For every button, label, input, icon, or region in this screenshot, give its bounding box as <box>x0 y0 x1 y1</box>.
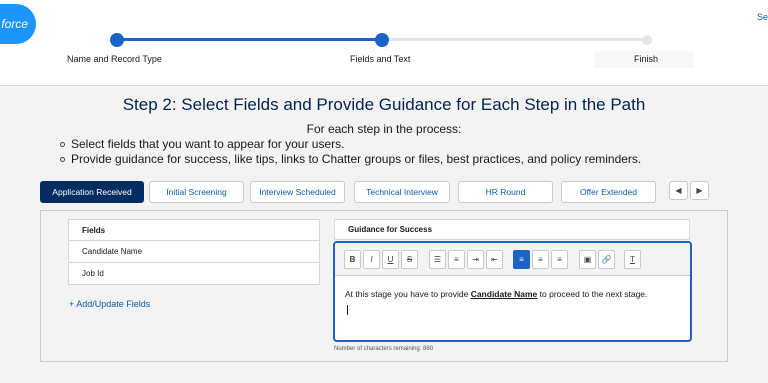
underline-icon: U <box>387 255 394 264</box>
outdent-icon: ⇤ <box>491 255 498 264</box>
tab-technical-interview[interactable]: Technical Interview <box>354 181 450 203</box>
tab-next-button[interactable]: ▶ <box>690 181 709 200</box>
instruction-list: Select fields that you want to appear fo… <box>60 137 641 167</box>
align-right-button[interactable]: ≡ <box>551 250 568 269</box>
tab-hr-round[interactable]: HR Round <box>458 181 553 203</box>
tab-initial-screening[interactable]: Initial Screening <box>149 181 244 203</box>
tab-offer-extended[interactable]: Offer Extended <box>561 181 656 203</box>
guidance-rich-text-editor[interactable]: B I U S ☰ ≡ ⇥ ⇤ ≡ ≡ ≡ ▣ 🔗 T At this stag… <box>333 241 692 342</box>
indent-icon: ⇥ <box>472 255 479 264</box>
insert-link-button[interactable]: 🔗 <box>598 250 615 269</box>
align-right-icon: ≡ <box>557 255 562 264</box>
strikethrough-button[interactable]: S <box>401 250 418 269</box>
path-step-dot-1[interactable] <box>110 33 124 47</box>
path-step-dot-3[interactable] <box>642 35 652 45</box>
align-left-button[interactable]: ≡ <box>513 250 530 269</box>
editor-toolbar: B I U S ☰ ≡ ⇥ ⇤ ≡ ≡ ≡ ▣ 🔗 T <box>335 243 690 276</box>
tab-interview-scheduled[interactable]: Interview Scheduled <box>250 181 345 203</box>
guidance-header: Guidance for Success <box>334 219 690 240</box>
underline-button[interactable]: U <box>382 250 399 269</box>
numbered-list-button[interactable]: ≡ <box>448 250 465 269</box>
italic-icon: I <box>370 255 373 264</box>
path-progress-complete <box>116 38 382 41</box>
tab-prev-button[interactable]: ◀ <box>669 181 688 200</box>
align-center-icon: ≡ <box>538 255 543 264</box>
field-row-candidate-name[interactable]: Candidate Name <box>68 241 320 263</box>
path-step-label-fields-text[interactable]: Fields and Text <box>350 54 410 64</box>
bold-button[interactable]: B <box>344 250 361 269</box>
outdent-button[interactable]: ⇤ <box>486 250 503 269</box>
characters-remaining: Number of characters remaining: 880 <box>334 346 434 352</box>
page-subtitle: For each step in the process: <box>306 122 462 136</box>
merge-field-candidate-name[interactable]: Candidate Name <box>471 289 538 299</box>
clear-formatting-button[interactable]: T <box>624 250 641 269</box>
page-title: Step 2: Select Fields and Provide Guidan… <box>122 95 646 114</box>
bullet-list-icon: ☰ <box>433 255 442 264</box>
align-left-icon: ≡ <box>519 255 524 264</box>
insert-image-button[interactable]: ▣ <box>579 250 596 269</box>
instruction-item: Provide guidance for success, like tips,… <box>60 152 641 167</box>
indent-button[interactable]: ⇥ <box>467 250 484 269</box>
fields-header: Fields <box>68 219 320 241</box>
fields-table: Fields Candidate Name Job Id <box>68 219 320 285</box>
editor-content[interactable]: At this stage you have to provide Candid… <box>345 289 647 299</box>
align-center-button[interactable]: ≡ <box>532 250 549 269</box>
top-right-link[interactable]: Se <box>757 12 768 22</box>
path-step-label-finish[interactable]: Finish <box>634 54 658 64</box>
clear-format-icon: T <box>630 255 635 264</box>
top-header: force Se Name and Record Type Fields and… <box>0 0 768 86</box>
strikethrough-icon: S <box>406 255 413 264</box>
field-row-job-id[interactable]: Job Id <box>68 263 320 285</box>
path-step-dot-2[interactable] <box>375 33 389 47</box>
instruction-item: Select fields that you want to appear fo… <box>60 137 641 152</box>
path-progress-remaining <box>382 38 650 41</box>
link-icon: 🔗 <box>601 255 612 264</box>
bold-icon: B <box>349 255 356 264</box>
bullet-icon <box>60 142 65 147</box>
add-update-fields-link[interactable]: + Add/Update Fields <box>69 299 150 309</box>
right-arrow-icon: ▶ <box>696 186 703 195</box>
bullet-list-button[interactable]: ☰ <box>429 250 446 269</box>
bullet-icon <box>60 157 65 162</box>
image-icon: ▣ <box>583 255 592 264</box>
left-arrow-icon: ◀ <box>675 186 682 195</box>
tab-application-received[interactable]: Application Received <box>40 181 144 203</box>
numbered-list-icon: ≡ <box>454 255 459 264</box>
salesforce-logo: force <box>0 4 36 44</box>
path-step-label-name-record-type[interactable]: Name and Record Type <box>67 54 162 64</box>
text-cursor <box>347 305 348 315</box>
italic-button[interactable]: I <box>363 250 380 269</box>
